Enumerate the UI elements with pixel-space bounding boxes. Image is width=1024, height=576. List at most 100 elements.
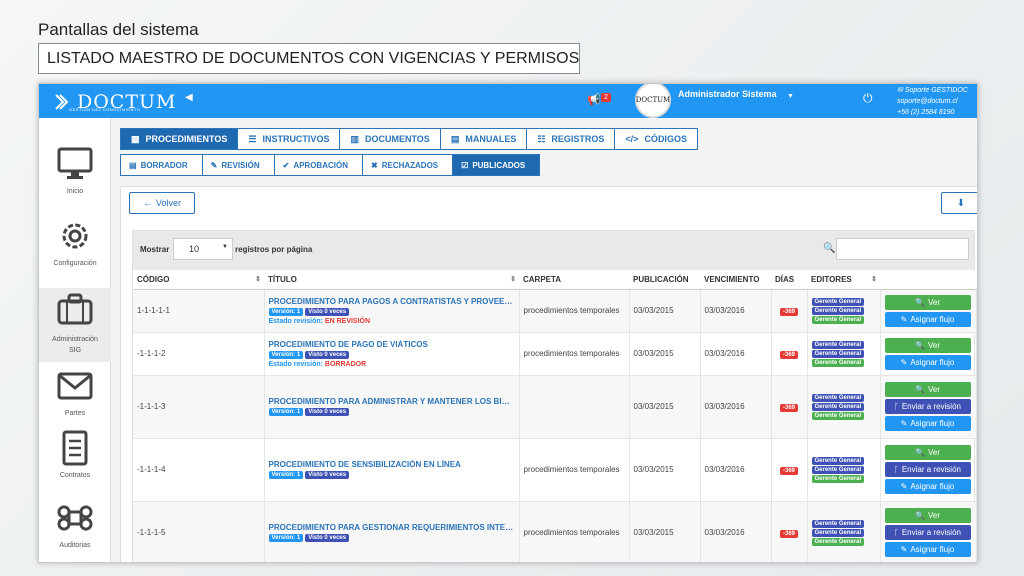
views-badge: Visto 0 veces xyxy=(305,350,350,359)
editor-badge: Gerente General xyxy=(811,519,864,528)
sidebar-item-inicio[interactable]: Inicio xyxy=(39,146,111,195)
assign-flow-button[interactable]: ✎ Asignar flujo xyxy=(884,416,971,431)
assign-flow-button[interactable]: ✎ Asignar flujo xyxy=(884,311,971,327)
sidebar-item-contratos[interactable]: Contratos xyxy=(39,430,111,479)
row-editors: Gerente General Gerente General Gerente … xyxy=(807,501,881,562)
send-review-button[interactable]: ᚴ Enviar a revisión xyxy=(884,525,971,540)
pencil-icon: ✎ xyxy=(900,545,908,554)
table-row: 1-1-1-1-1 PROCEDIMIENTO PARA PAGOS A CON… xyxy=(133,289,977,333)
step-revision[interactable]: ✎ REVISIÓN xyxy=(201,154,275,176)
collapse-sidebar-icon[interactable]: ◀ xyxy=(185,92,193,103)
row-title-link[interactable]: PROCEDIMIENTO DE SENSIBILIZACIÓN EN LÍNE… xyxy=(269,460,515,469)
tab-registros[interactable]: ☷ REGISTROS xyxy=(526,128,616,150)
step-publicados[interactable]: ☑ PUBLICADOS xyxy=(452,154,541,176)
support-email[interactable]: soporte@doctum.cl xyxy=(897,96,968,107)
row-title-link[interactable]: PROCEDIMIENTO DE PAGO DE VIÁTICOS xyxy=(269,340,515,349)
sidebar-item-label: Contratos xyxy=(59,472,91,479)
step-borrador[interactable]: ▤ BORRADOR xyxy=(120,154,203,176)
sidebar-item-partes[interactable]: Partes xyxy=(39,368,111,417)
megaphone-icon[interactable]: 📢 xyxy=(587,93,601,106)
user-name[interactable]: Administrador Sistema xyxy=(678,89,777,99)
column-header[interactable]: DÍAS xyxy=(771,270,807,290)
table-controls: Mostrar 10 ▼ registros por página 🔍 xyxy=(133,231,974,270)
review-status: Estado revisión: BORRADOR xyxy=(268,360,367,368)
row-title-link[interactable]: PROCEDIMIENTO PARA ADMINISTRAR Y MANTENE… xyxy=(269,397,515,406)
assign-flow-button[interactable]: ✎ Asignar flujo xyxy=(884,479,971,494)
view-button[interactable]: 🔍 Ver xyxy=(884,337,971,353)
sidebar-item-auditorias[interactable]: Auditorias xyxy=(39,500,111,549)
row-folder: procedimientos temporales xyxy=(519,289,630,333)
sidebar-item-label: Administración SIG xyxy=(52,336,98,354)
row-title-link[interactable]: PROCEDIMIENTO PARA PAGOS A CONTRATISTAS … xyxy=(269,297,515,306)
check-icon: ✔ xyxy=(282,160,290,170)
column-header[interactable]: PUBLICACIÓN xyxy=(629,270,700,290)
support-title: Soporte GESTIDOC xyxy=(904,87,968,94)
row-published: 03/03/2015 xyxy=(629,375,701,439)
row-editors: Gerente General Gerente General Gerente … xyxy=(807,438,881,502)
send-review-button[interactable]: ᚴ Enviar a revisión xyxy=(884,462,971,477)
list-icon: ☰ xyxy=(248,133,257,144)
tab-procedimientos[interactable]: ▦ PROCEDIMIENTOS xyxy=(120,128,239,150)
search-input[interactable] xyxy=(836,238,969,260)
view-button[interactable]: 🔍 Ver xyxy=(884,294,971,310)
version-badge: Versión: 1 xyxy=(268,307,304,316)
tab-instructivos[interactable]: ☰ INSTRUCTIVOS xyxy=(237,128,341,150)
sidebar-item-label: Configuración xyxy=(53,260,97,267)
gear-icon xyxy=(62,223,88,249)
row-title-link[interactable]: PROCEDIMIENTO PARA GESTIONAR REQUERIMIEN… xyxy=(269,523,515,532)
sidebar-item-label: Auditorias xyxy=(59,542,91,549)
sidebar-item-label: Partes xyxy=(64,410,86,417)
send-review-button[interactable]: ᚴ Enviar a revisión xyxy=(884,399,971,414)
column-header[interactable]: CÓDIGO ⇕ xyxy=(133,270,264,290)
page-size-select[interactable]: 10 ▼ xyxy=(173,238,233,260)
pencil-icon: ✎ xyxy=(900,482,908,491)
view-button[interactable]: 🔍 Ver xyxy=(884,382,971,397)
power-icon[interactable]: ⏻ xyxy=(863,91,873,106)
row-code: 1-1-1-1-1 xyxy=(133,289,265,333)
tab-documentos[interactable]: ▥ DOCUMENTOS xyxy=(339,128,441,150)
row-expires: 03/03/2016 xyxy=(700,289,772,333)
download-icon: ⬇ xyxy=(956,197,966,209)
column-header[interactable]: VENCIMIENTO xyxy=(700,270,771,290)
step-aprobacion[interactable]: ✔ APROBACIÓN xyxy=(273,154,363,176)
days-badge: -369 xyxy=(779,350,798,359)
row-published: 03/03/2015 xyxy=(629,289,701,333)
sidebar-item-configuracion[interactable]: Configuración xyxy=(39,218,111,267)
assign-flow-button[interactable]: ✎ Asignar flujo xyxy=(884,354,971,370)
column-header[interactable]: CARPETA xyxy=(519,270,629,290)
row-days-cell: -369 xyxy=(771,289,808,333)
pencil-icon: ✎ xyxy=(900,314,908,324)
logo-subtitle: GESTIÓN DEL CONOCIMIENTO xyxy=(69,107,141,112)
sidebar-item-administracion[interactable]: Administración SIG xyxy=(39,288,111,362)
row-actions: 🔍 Ver ᚴ Enviar a revisión ✎ Asignar flujo xyxy=(880,438,977,502)
row-days-cell: -369 xyxy=(771,501,808,562)
chevron-down-icon[interactable]: ▼ xyxy=(787,93,794,100)
row-days-cell: -369 xyxy=(771,375,808,439)
tab-codigos[interactable]: </> CÓDIGOS xyxy=(614,128,698,150)
branch-icon: ᚴ xyxy=(894,465,899,474)
chevron-down-icon: ▼ xyxy=(222,244,228,250)
tab-manuales[interactable]: ▤ MANUALES xyxy=(439,128,528,150)
editor-badge: Gerente General xyxy=(811,402,864,411)
row-published: 03/03/2015 xyxy=(629,332,701,376)
view-button[interactable]: 🔍 Ver xyxy=(884,445,971,460)
records-label: registros por página xyxy=(235,245,313,254)
download-button[interactable]: ⬇ xyxy=(941,192,977,214)
assign-flow-button[interactable]: ✎ Asignar flujo xyxy=(884,542,971,557)
branch-icon: ᚴ xyxy=(894,528,899,537)
avatar[interactable]: DOCTUM xyxy=(635,84,671,118)
version-badge: Versión: 1 xyxy=(268,408,304,416)
step-rechazados[interactable]: ✖ RECHAZADOS xyxy=(361,154,454,176)
back-button[interactable]: ← Volver xyxy=(129,192,195,214)
editor-badge: Gerente General xyxy=(811,306,864,315)
column-header[interactable]: EDITORES ⇕ xyxy=(807,270,880,290)
row-days-cell: -369 xyxy=(771,332,808,376)
code-icon: </> xyxy=(625,134,639,144)
search-icon: 🔍 xyxy=(915,340,925,350)
column-header[interactable]: TÍTULO ⇕ xyxy=(264,270,519,290)
sidebar: Inicio Configuración Administración SIG … xyxy=(39,118,111,562)
slide-subtitle: LISTADO MAESTRO DE DOCUMENTOS CON VIGENC… xyxy=(38,43,580,74)
grid-icon: ▦ xyxy=(131,133,140,144)
row-actions: 🔍 Ver ✎ Asignar flujo xyxy=(880,332,977,376)
view-button[interactable]: 🔍 Ver xyxy=(884,508,971,523)
